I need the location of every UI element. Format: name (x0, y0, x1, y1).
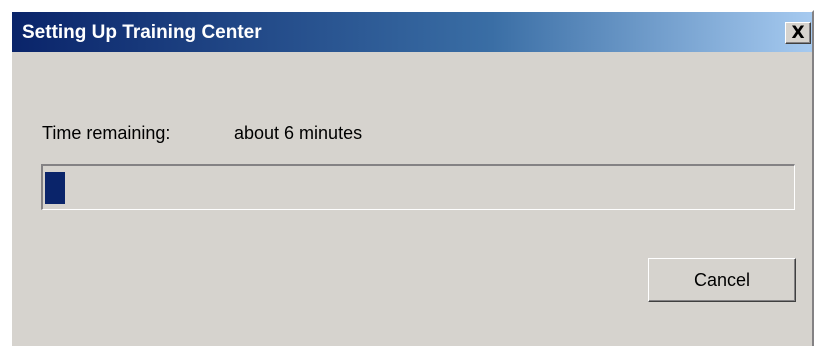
cancel-button[interactable]: Cancel (648, 258, 796, 302)
progress-bar (41, 164, 795, 210)
time-remaining-label: Time remaining: (42, 123, 171, 143)
window-title: Setting Up Training Center (22, 22, 262, 43)
close-icon: X (791, 23, 805, 43)
setup-dialog: Setting Up Training Center X Time remain… (10, 10, 814, 346)
time-remaining-value: about 6 minutes (234, 123, 363, 143)
close-button[interactable]: X (785, 22, 811, 44)
progress-block (45, 172, 65, 204)
progress-fill (45, 172, 65, 204)
title-bar[interactable]: Setting Up Training Center X (12, 12, 812, 52)
